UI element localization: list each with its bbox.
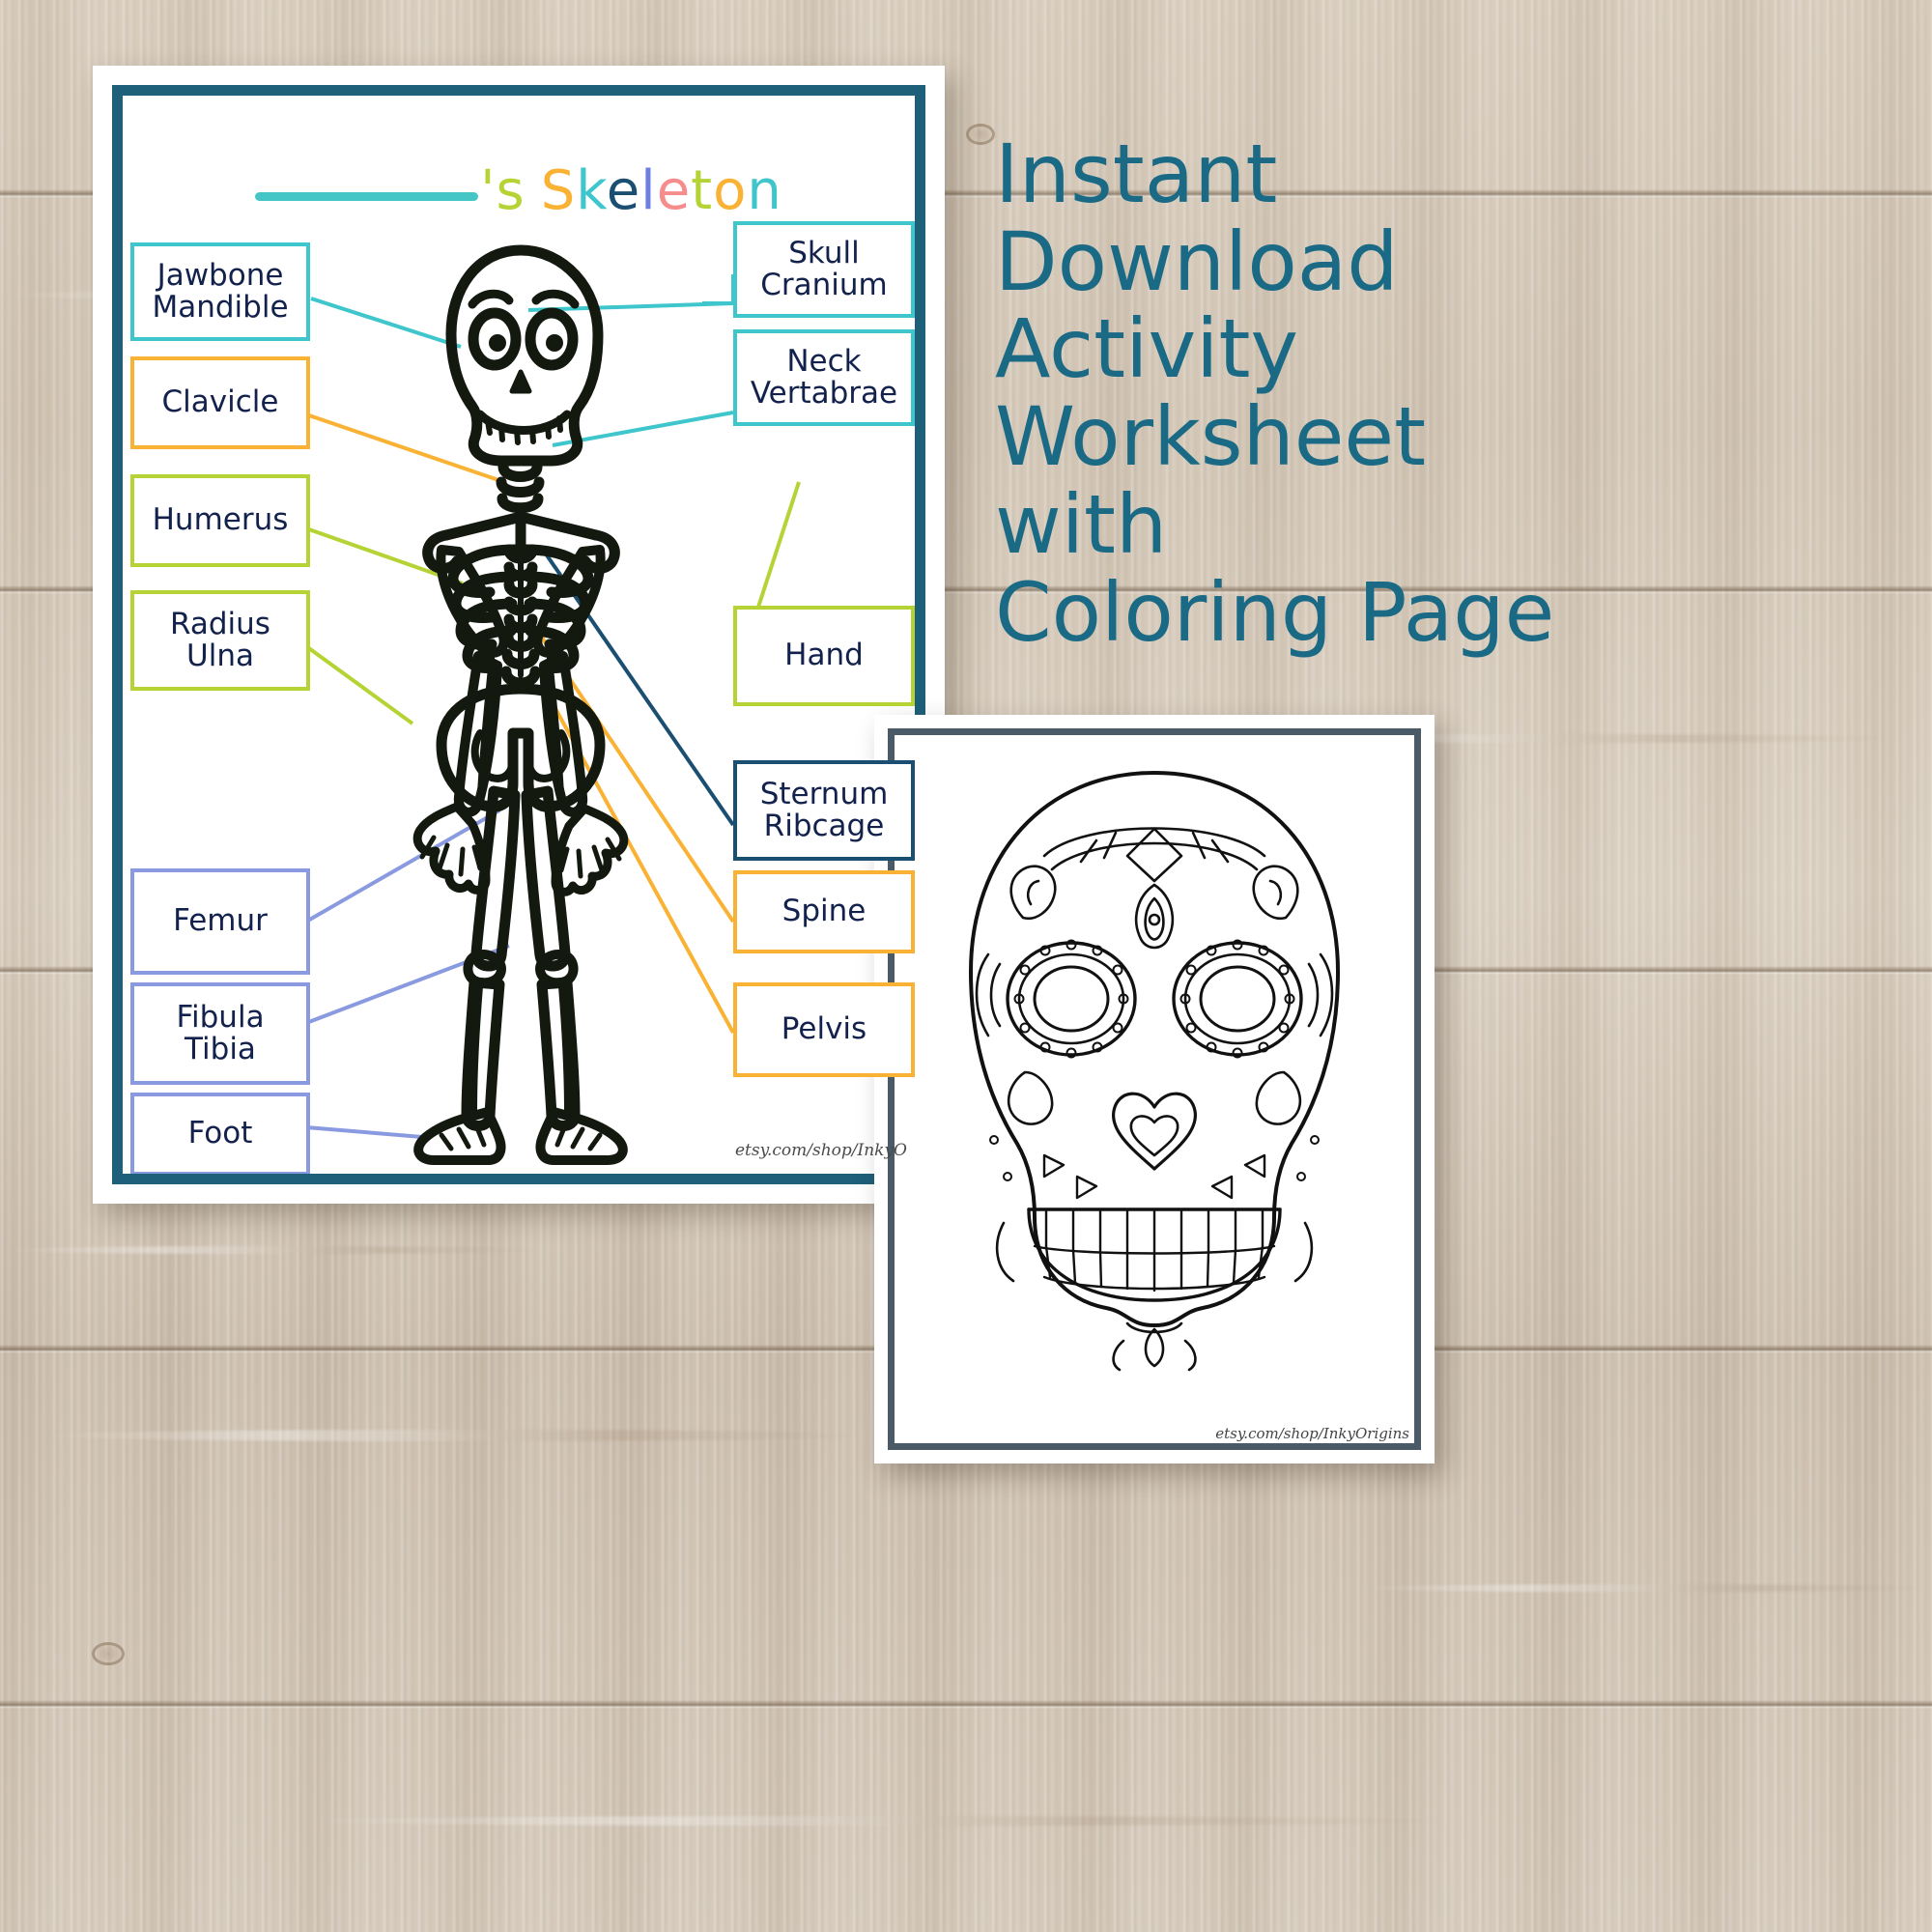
worksheet-content: 's Skeleton Jawbone Mandible Clavicle Hu… <box>123 96 915 1174</box>
wood-grain <box>1352 1584 1932 1592</box>
promo-line-4: Worksheet <box>995 389 1427 485</box>
label-clavicle[interactable]: Clavicle <box>130 356 310 449</box>
label-radius-ulna[interactable]: Radius Ulna <box>130 590 310 691</box>
sugar-skull-illustration <box>969 771 1340 1372</box>
label-clavicle-line1: Clavicle <box>161 384 279 420</box>
label-neck-vertabrae[interactable]: Neck Vertabrae <box>733 329 915 426</box>
label-fibula-tibia-line1: Fibula <box>176 999 265 1035</box>
wood-grain <box>39 1430 869 1441</box>
label-hand[interactable]: Hand <box>733 606 915 706</box>
label-hand-line1: Hand <box>784 638 864 673</box>
label-sternum-ribcage-line1: Sternum <box>759 776 889 811</box>
wood-grain <box>0 1246 541 1254</box>
promo-text: Instant Download Activity Worksheet with… <box>995 130 1913 656</box>
label-jawbone-line2: Mandible <box>152 290 289 325</box>
label-sternum-ribcage[interactable]: Sternum Ribcage <box>733 760 915 861</box>
label-radius-ulna-line1: Radius <box>170 606 270 641</box>
label-neck-vertabrae-line1: Neck <box>786 343 862 379</box>
promo-line-6: Coloring Page <box>995 564 1555 660</box>
coloring-page-sheet[interactable]: etsy.com/shop/InkyOrigins <box>874 715 1435 1463</box>
label-sternum-ribcage-line2: Ribcage <box>763 809 885 843</box>
label-radius-ulna-line2: Ulna <box>186 639 254 673</box>
wood-knot <box>92 1642 125 1665</box>
label-fibula-tibia[interactable]: Fibula Tibia <box>130 982 310 1085</box>
wood-knot <box>966 124 995 145</box>
label-foot-line1: Foot <box>187 1116 253 1151</box>
label-skull-cranium[interactable]: Skull Cranium <box>733 221 915 318</box>
promo-line-1: Instant <box>995 127 1278 221</box>
label-skull-cranium-line1: Skull <box>788 235 860 270</box>
label-femur-line1: Femur <box>173 903 268 939</box>
plank-seam <box>0 1700 1932 1709</box>
label-humerus[interactable]: Humerus <box>130 474 310 567</box>
label-foot[interactable]: Foot <box>130 1093 310 1174</box>
promo-line-5: with <box>995 476 1168 572</box>
label-jawbone-line1: Jawbone <box>156 257 284 293</box>
coloring-page-watermark: etsy.com/shop/InkyOrigins <box>1215 1425 1409 1442</box>
label-neck-vertabrae-line2: Vertabrae <box>750 376 898 411</box>
wood-grain <box>290 1816 1449 1826</box>
label-fibula-tibia-line2: Tibia <box>185 1032 256 1066</box>
label-humerus-line1: Humerus <box>152 502 289 538</box>
worksheet-watermark: etsy.com/shop/InkyO <box>735 1141 907 1160</box>
label-pelvis[interactable]: Pelvis <box>733 982 915 1077</box>
label-skull-cranium-line2: Cranium <box>760 268 888 302</box>
label-spine[interactable]: Spine <box>733 870 915 953</box>
skeleton-worksheet-sheet[interactable]: 's Skeleton Jawbone Mandible Clavicle Hu… <box>93 66 945 1204</box>
promo-line-3: Activity <box>995 301 1299 397</box>
promo-line-2: Download <box>995 213 1399 309</box>
label-spine-line1: Spine <box>781 894 867 929</box>
label-femur[interactable]: Femur <box>130 868 310 975</box>
label-jawbone[interactable]: Jawbone Mandible <box>130 242 310 341</box>
label-pelvis-line1: Pelvis <box>781 1011 867 1047</box>
